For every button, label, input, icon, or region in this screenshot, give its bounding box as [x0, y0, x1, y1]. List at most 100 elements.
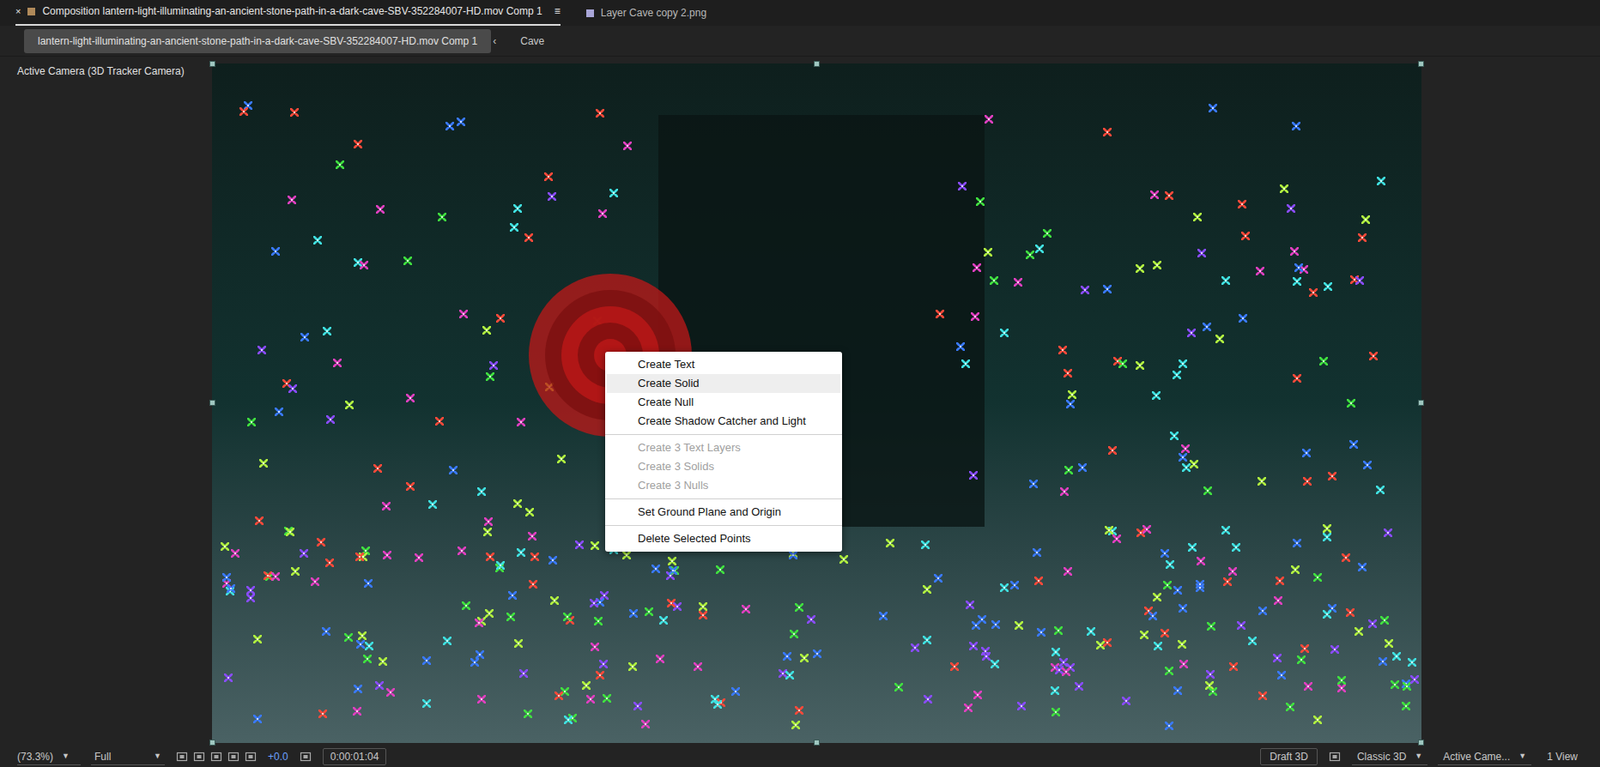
track-point-icon[interactable]	[1410, 675, 1419, 685]
track-point-icon[interactable]	[1118, 359, 1128, 369]
track-point-icon[interactable]	[1036, 628, 1046, 637]
track-point-icon[interactable]	[1197, 248, 1207, 258]
track-point-icon[interactable]	[1322, 610, 1332, 619]
track-point-icon[interactable]	[972, 263, 982, 273]
track-point-icon[interactable]	[1150, 190, 1159, 200]
track-point-icon[interactable]	[406, 393, 415, 403]
track-point-icon[interactable]	[373, 464, 382, 473]
composition-frame[interactable]: Create TextCreate SolidCreate NullCreate…	[212, 63, 1422, 744]
track-point-icon[interactable]	[1272, 654, 1282, 663]
track-point-icon[interactable]	[1273, 596, 1283, 606]
track-point-icon[interactable]	[785, 671, 794, 680]
track-point-icon[interactable]	[509, 223, 519, 232]
track-point-icon[interactable]	[1330, 645, 1340, 655]
track-point-icon[interactable]	[485, 552, 495, 562]
track-point-icon[interactable]	[741, 605, 751, 614]
track-point-icon[interactable]	[513, 204, 522, 213]
track-point-icon[interactable]	[1103, 284, 1112, 294]
track-point-icon[interactable]	[457, 546, 467, 556]
track-point-icon[interactable]	[1290, 565, 1300, 575]
track-point-icon[interactable]	[1208, 103, 1218, 113]
breadcrumb[interactable]: lantern-light-illuminating-an-ancient-st…	[24, 29, 491, 54]
track-point-icon[interactable]	[1223, 577, 1232, 587]
track-point-icon[interactable]	[516, 548, 526, 558]
track-point-icon[interactable]	[547, 192, 557, 201]
track-point-icon[interactable]	[226, 584, 236, 594]
track-point-icon[interactable]	[1112, 534, 1122, 544]
track-point-icon[interactable]	[1153, 642, 1163, 651]
track-point-icon[interactable]	[1292, 277, 1302, 286]
track-point-icon[interactable]	[1355, 276, 1364, 285]
track-point-icon[interactable]	[667, 557, 677, 566]
track-point-icon[interactable]	[496, 561, 505, 570]
track-point-icon[interactable]	[1363, 460, 1372, 470]
track-point-icon[interactable]	[456, 117, 466, 127]
track-point-icon[interactable]	[253, 715, 262, 724]
track-point-icon[interactable]	[1322, 524, 1332, 534]
track-point-icon[interactable]	[590, 541, 600, 551]
track-point-icon[interactable]	[290, 567, 300, 576]
track-point-icon[interactable]	[1327, 604, 1337, 613]
track-point-icon[interactable]	[382, 551, 392, 560]
track-point-icon[interactable]	[788, 551, 798, 560]
track-point-icon[interactable]	[581, 681, 591, 691]
track-point-icon[interactable]	[1121, 696, 1131, 706]
mask-icon[interactable]	[209, 750, 224, 764]
timecode[interactable]: 0:00:01:04	[322, 748, 388, 766]
track-point-icon[interactable]	[641, 720, 650, 729]
track-point-icon[interactable]	[1241, 231, 1250, 241]
track-point-icon[interactable]	[359, 260, 369, 270]
bounding-handle[interactable]	[1418, 739, 1425, 746]
track-point-icon[interactable]	[1376, 176, 1386, 186]
track-point-icon[interactable]	[527, 532, 537, 541]
track-point-icon[interactable]	[435, 417, 444, 426]
track-point-icon[interactable]	[812, 649, 822, 659]
track-point-icon[interactable]	[1193, 212, 1202, 222]
track-point-icon[interactable]	[1337, 676, 1346, 685]
track-point-icon[interactable]	[1086, 627, 1096, 637]
track-point-icon[interactable]	[599, 660, 608, 669]
track-point-icon[interactable]	[595, 109, 605, 118]
zoom-dropdown[interactable]: (73.3%)▼	[17, 749, 81, 766]
track-point-icon[interactable]	[794, 603, 804, 613]
region-icon[interactable]	[175, 750, 189, 764]
track-point-icon[interactable]	[247, 418, 256, 427]
track-point-icon[interactable]	[593, 617, 603, 626]
track-point-icon[interactable]	[595, 671, 605, 680]
track-point-icon[interactable]	[668, 566, 678, 576]
track-point-icon[interactable]	[715, 565, 725, 575]
exposure-value[interactable]: +0.0	[267, 749, 289, 765]
track-point-icon[interactable]	[800, 654, 809, 663]
track-point-icon[interactable]	[1290, 247, 1299, 256]
track-point-icon[interactable]	[894, 683, 904, 692]
track-point-icon[interactable]	[1059, 658, 1068, 667]
track-point-icon[interactable]	[628, 662, 637, 672]
track-point-icon[interactable]	[1169, 431, 1179, 441]
track-point-icon[interactable]	[1221, 526, 1231, 535]
track-point-icon[interactable]	[1080, 285, 1090, 295]
track-point-icon[interactable]	[1258, 606, 1267, 616]
track-point-icon[interactable]	[1313, 573, 1322, 582]
track-point-icon[interactable]	[1050, 686, 1060, 696]
track-point-icon[interactable]	[1139, 630, 1149, 640]
track-point-icon[interactable]	[609, 188, 619, 198]
track-point-icon[interactable]	[363, 579, 373, 588]
track-point-icon[interactable]	[1135, 264, 1145, 273]
track-point-icon[interactable]	[1390, 680, 1400, 690]
guides-icon[interactable]	[243, 750, 258, 764]
track-point-icon[interactable]	[363, 654, 372, 664]
track-point-icon[interactable]	[1248, 636, 1257, 646]
bounding-handle[interactable]	[1418, 60, 1425, 67]
track-point-icon[interactable]	[1187, 328, 1196, 338]
track-point-icon[interactable]	[274, 407, 284, 417]
track-point-icon[interactable]	[506, 612, 516, 622]
track-point-icon[interactable]	[477, 695, 486, 704]
track-point-icon[interactable]	[1291, 121, 1301, 131]
track-point-icon[interactable]	[1173, 586, 1182, 595]
track-point-icon[interactable]	[644, 607, 654, 617]
track-point-icon[interactable]	[484, 609, 494, 619]
track-point-icon[interactable]	[1164, 666, 1174, 676]
track-point-icon[interactable]	[839, 555, 849, 564]
track-point-icon[interactable]	[1064, 466, 1073, 475]
track-point-icon[interactable]	[477, 487, 486, 497]
